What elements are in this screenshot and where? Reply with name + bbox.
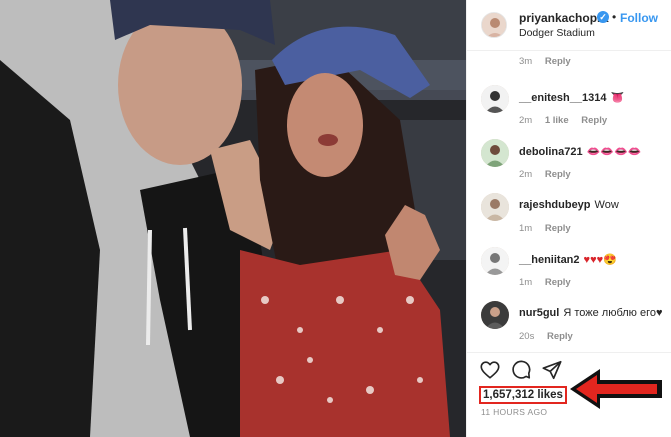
- commenter-avatar[interactable]: [481, 139, 509, 167]
- author-avatar-image: [482, 13, 506, 37]
- comment-item: __heniitan2 ♥♥♥😍 1m Reply: [467, 247, 671, 299]
- commenter-avatar[interactable]: [481, 85, 509, 113]
- reply-button[interactable]: Reply: [545, 169, 571, 180]
- comment-meta: 20s Reply: [519, 331, 583, 342]
- heart-icon[interactable]: [479, 359, 501, 381]
- reply-button[interactable]: Reply: [581, 115, 607, 126]
- comment-item: debolina721 👄👄👄👄 2m Reply: [467, 139, 671, 191]
- comment-text: rajeshdubeyp Wow: [519, 199, 619, 211]
- comment-time: 3m: [519, 56, 533, 67]
- comment-body: Я тоже люблю его♥: [563, 307, 663, 319]
- comment-meta: 2m Reply: [519, 169, 581, 180]
- reply-button[interactable]: Reply: [545, 223, 571, 234]
- author-username[interactable]: priyankachopra: [519, 11, 608, 25]
- comment-body: 👄👄👄👄: [586, 146, 642, 158]
- comment-meta: 2m 1 like Reply: [519, 115, 617, 126]
- header-separator: •: [612, 10, 617, 24]
- actions-divider: [467, 352, 671, 353]
- comment-text: __enitesh__1314 👅: [519, 91, 624, 104]
- commenter-avatar-image: [481, 301, 509, 329]
- author-avatar[interactable]: [481, 12, 507, 38]
- comment-text: debolina721 👄👄👄👄: [519, 145, 641, 158]
- commenter-username[interactable]: rajeshdubeyp: [519, 199, 591, 211]
- commenter-avatar-image: [481, 139, 509, 167]
- follow-button[interactable]: Follow: [620, 11, 658, 25]
- comment-meta: 3m Reply: [519, 56, 581, 67]
- commenter-username[interactable]: debolina721: [519, 146, 583, 158]
- commenter-avatar[interactable]: [481, 301, 509, 329]
- comment-body: Wow: [594, 199, 619, 211]
- comment-item: nur5gul Я тоже люблю его♥ 20s Reply: [467, 301, 671, 353]
- likes-count[interactable]: 1,657,312 likes: [479, 386, 567, 404]
- verified-badge-icon: ✓: [597, 11, 609, 23]
- reply-button[interactable]: Reply: [547, 331, 573, 342]
- post-timestamp[interactable]: 11 HOURS AGO: [481, 407, 547, 417]
- comment-time: 2m: [519, 115, 533, 126]
- post-photo-illustration: [0, 0, 466, 437]
- comment-body: ♥♥♥😍: [583, 254, 617, 266]
- commenter-avatar[interactable]: [481, 193, 509, 221]
- post-location[interactable]: Dodger Stadium: [519, 27, 595, 39]
- comment-item: rajeshdubeyp Wow 1m Reply: [467, 193, 671, 245]
- commenter-avatar[interactable]: [481, 247, 509, 275]
- comment-time: 1m: [519, 223, 533, 234]
- commenter-avatar-image: [481, 85, 509, 113]
- comment-likes[interactable]: 1 like: [545, 115, 569, 126]
- comment-text: nur5gul Я тоже люблю его♥: [519, 307, 663, 319]
- comment-meta: 1m Reply: [519, 223, 581, 234]
- reply-button[interactable]: Reply: [545, 56, 571, 67]
- post-photo[interactable]: [0, 0, 466, 437]
- red-arrow-annotation-icon: [570, 369, 662, 409]
- comment-icon[interactable]: [510, 359, 532, 381]
- share-icon[interactable]: [541, 359, 563, 381]
- comment-body: 👅: [610, 92, 625, 104]
- comment-meta: 1m Reply: [519, 277, 581, 288]
- reply-button[interactable]: Reply: [545, 277, 571, 288]
- commenter-username[interactable]: nur5gul: [519, 307, 559, 319]
- commenter-username[interactable]: __heniitan2: [519, 254, 580, 266]
- comment-time: 2m: [519, 169, 533, 180]
- comment-time: 20s: [519, 331, 535, 342]
- comment-text: __heniitan2 ♥♥♥😍: [519, 253, 617, 266]
- header-divider: [467, 50, 671, 51]
- commenter-username[interactable]: __enitesh__1314: [519, 92, 606, 104]
- commenter-avatar-image: [481, 247, 509, 275]
- post-header: priyankachopra ✓ • Follow Dodger Stadium: [467, 0, 671, 50]
- comment-time: 1m: [519, 277, 533, 288]
- comment-item: __enitesh__1314 👅 2m 1 like Reply: [467, 85, 671, 137]
- commenter-avatar-image: [481, 193, 509, 221]
